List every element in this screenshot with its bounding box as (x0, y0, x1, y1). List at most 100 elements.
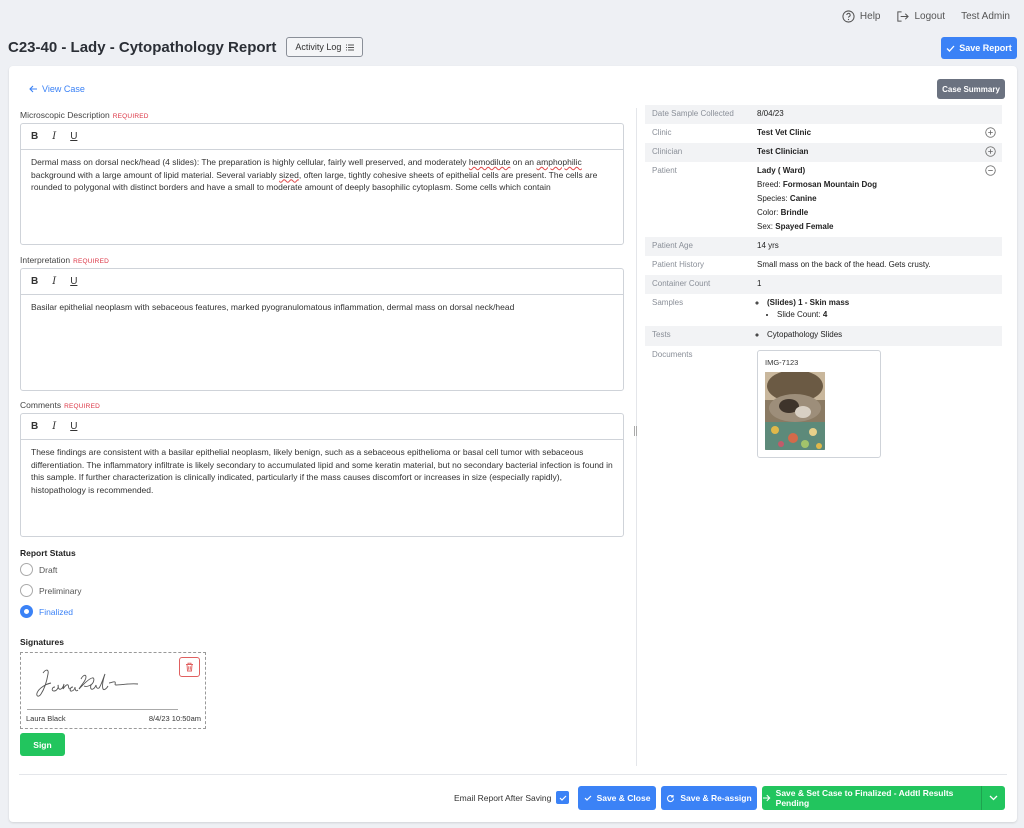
activity-log-button[interactable]: Activity Log (286, 37, 364, 57)
view-case-link[interactable]: View Case (29, 84, 85, 94)
detail-row-samples: Samples (Slides) 1 - Skin mass Slide Cou… (645, 294, 1002, 326)
editor-toolbar: B I U (21, 269, 623, 295)
detail-label: Container Count (652, 279, 711, 288)
sample-item: (Slides) 1 - Skin mass (767, 298, 850, 307)
spellcheck-word: sized (279, 169, 299, 180)
detail-row-history: Patient History Small mass on the back o… (645, 256, 1002, 275)
view-case-label: View Case (42, 84, 85, 94)
email-report-option[interactable]: Email Report After Saving (454, 791, 570, 804)
detail-label: Documents (652, 350, 693, 359)
bold-button[interactable]: B (31, 131, 38, 142)
microscopic-label-text: Microscopic Description (20, 110, 110, 120)
clinician-value: Test Clinician (757, 147, 809, 156)
list-icon (346, 44, 355, 50)
detail-value: 8/04/23 (757, 109, 784, 118)
signatures-title: Signatures (20, 637, 64, 647)
save-reassign-label: Save & Re-assign (680, 793, 752, 803)
check-icon (946, 45, 955, 52)
underline-button[interactable]: U (70, 131, 77, 142)
comments-text[interactable]: These findings are consistent with a bas… (21, 440, 623, 502)
interpretation-label-text: Interpretation (20, 255, 71, 265)
radio-preliminary[interactable]: Preliminary (20, 584, 82, 597)
radio-label: Draft (39, 564, 58, 575)
email-report-label: Email Report After Saving (454, 792, 552, 803)
detail-value: 14 yrs (757, 241, 779, 250)
trash-icon (186, 662, 193, 672)
document-name: IMG-7123 (765, 358, 799, 367)
microscopic-text-3: background with a large amount of lipid … (31, 169, 280, 180)
italic-button[interactable]: I (52, 276, 56, 287)
detail-value: Small mass on the back of the head. Gets… (757, 260, 931, 269)
top-nav: Help Logout Test Admin (842, 10, 1010, 23)
radio-circle[interactable] (20, 584, 33, 597)
save-close-button[interactable]: Save & Close (578, 786, 656, 810)
test-item: Cytopathology Slides (767, 330, 995, 339)
user-menu[interactable]: Test Admin (961, 11, 1010, 22)
detail-row-clinic: Clinic Test Vet Clinic (645, 124, 1002, 143)
finalize-dropdown-toggle[interactable] (981, 786, 1005, 810)
microscopic-text-1: Dermal mass on dorsal neck/head (4 slide… (31, 157, 469, 167)
slide-count-value: 4 (822, 310, 828, 319)
editor-toolbar: B I U (21, 414, 623, 440)
breed-label: Breed: (757, 180, 781, 189)
radio-circle-checked[interactable] (20, 605, 33, 618)
italic-button[interactable]: I (52, 131, 56, 142)
radio-draft[interactable]: Draft (20, 563, 57, 576)
detail-label: Samples (652, 298, 684, 307)
detail-row-tests: Tests Cytopathology Slides (645, 326, 1002, 346)
email-report-checkbox[interactable] (556, 791, 570, 804)
detail-row-documents: Documents IMG-7123 (645, 346, 1002, 462)
chevron-down-icon (989, 795, 998, 801)
radio-circle[interactable] (20, 563, 33, 576)
expand-plus-icon[interactable] (985, 127, 996, 138)
underline-button[interactable]: U (70, 276, 77, 287)
italic-button[interactable]: I (52, 421, 56, 432)
delete-signature-button[interactable] (179, 657, 200, 677)
title-row: C23-40 - Lady - Cytopathology Report Act… (8, 37, 364, 57)
required-tag: REQUIRED (112, 113, 149, 120)
detail-label: Date Sample Collected (652, 109, 734, 118)
microscopic-text-2: on an (510, 157, 537, 167)
help-label: Help (859, 11, 881, 22)
detail-label: Clinician (652, 147, 683, 156)
detail-row-date-collected: Date Sample Collected 8/04/23 (645, 105, 1002, 124)
signature-line (27, 709, 178, 710)
microscopic-text[interactable]: Dermal mass on dorsal neck/head (4 slide… (21, 150, 623, 200)
radio-finalized[interactable]: Finalized (20, 605, 73, 618)
panel-divider (636, 108, 637, 766)
underline-button[interactable]: U (70, 421, 77, 432)
save-finalize-button[interactable]: Save & Set Case to Finalized - Addtl Res… (762, 786, 1005, 810)
document-thumbnail[interactable] (765, 372, 825, 450)
comments-editor[interactable]: B I U These findings are consistent with… (20, 413, 624, 537)
help-icon (842, 10, 855, 23)
comments-label: Comments REQUIRED (20, 400, 100, 410)
detail-label: Patient Age (652, 241, 693, 250)
collapse-minus-icon[interactable] (985, 165, 996, 176)
interpretation-text[interactable]: Basilar epithelial neoplasm with sebaceo… (21, 295, 623, 320)
species-label: Species: (757, 194, 788, 203)
microscopic-editor[interactable]: B I U Dermal mass on dorsal neck/head (4… (20, 123, 624, 245)
case-summary-button[interactable]: Case Summary (937, 79, 1005, 99)
clinic-value: Test Vet Clinic (757, 128, 812, 137)
sex-value: Spayed Female (775, 222, 834, 231)
signer-name: Laura Black (26, 714, 66, 723)
detail-label: Patient (652, 166, 677, 175)
expand-plus-icon[interactable] (985, 146, 996, 157)
resize-handle[interactable] (634, 426, 637, 436)
arrow-right-icon (762, 794, 771, 802)
logout-link[interactable]: Logout (896, 10, 945, 23)
sign-button[interactable]: Sign (20, 733, 65, 756)
bold-button[interactable]: B (31, 276, 38, 287)
bold-button[interactable]: B (31, 421, 38, 432)
detail-label: Tests (652, 330, 671, 339)
document-card[interactable]: IMG-7123 (757, 350, 881, 458)
species-value: Canine (789, 194, 817, 203)
sex-label: Sex: (757, 222, 774, 231)
save-report-button[interactable]: Save Report (941, 37, 1017, 59)
save-reassign-button[interactable]: Save & Re-assign (661, 786, 757, 810)
spellcheck-word: amphophilic (536, 157, 582, 167)
help-link[interactable]: Help (842, 10, 881, 23)
spellcheck-word: hemodilute (468, 157, 511, 167)
logout-icon (897, 11, 910, 22)
interpretation-editor[interactable]: B I U Basilar epithelial neoplasm with s… (20, 268, 624, 391)
